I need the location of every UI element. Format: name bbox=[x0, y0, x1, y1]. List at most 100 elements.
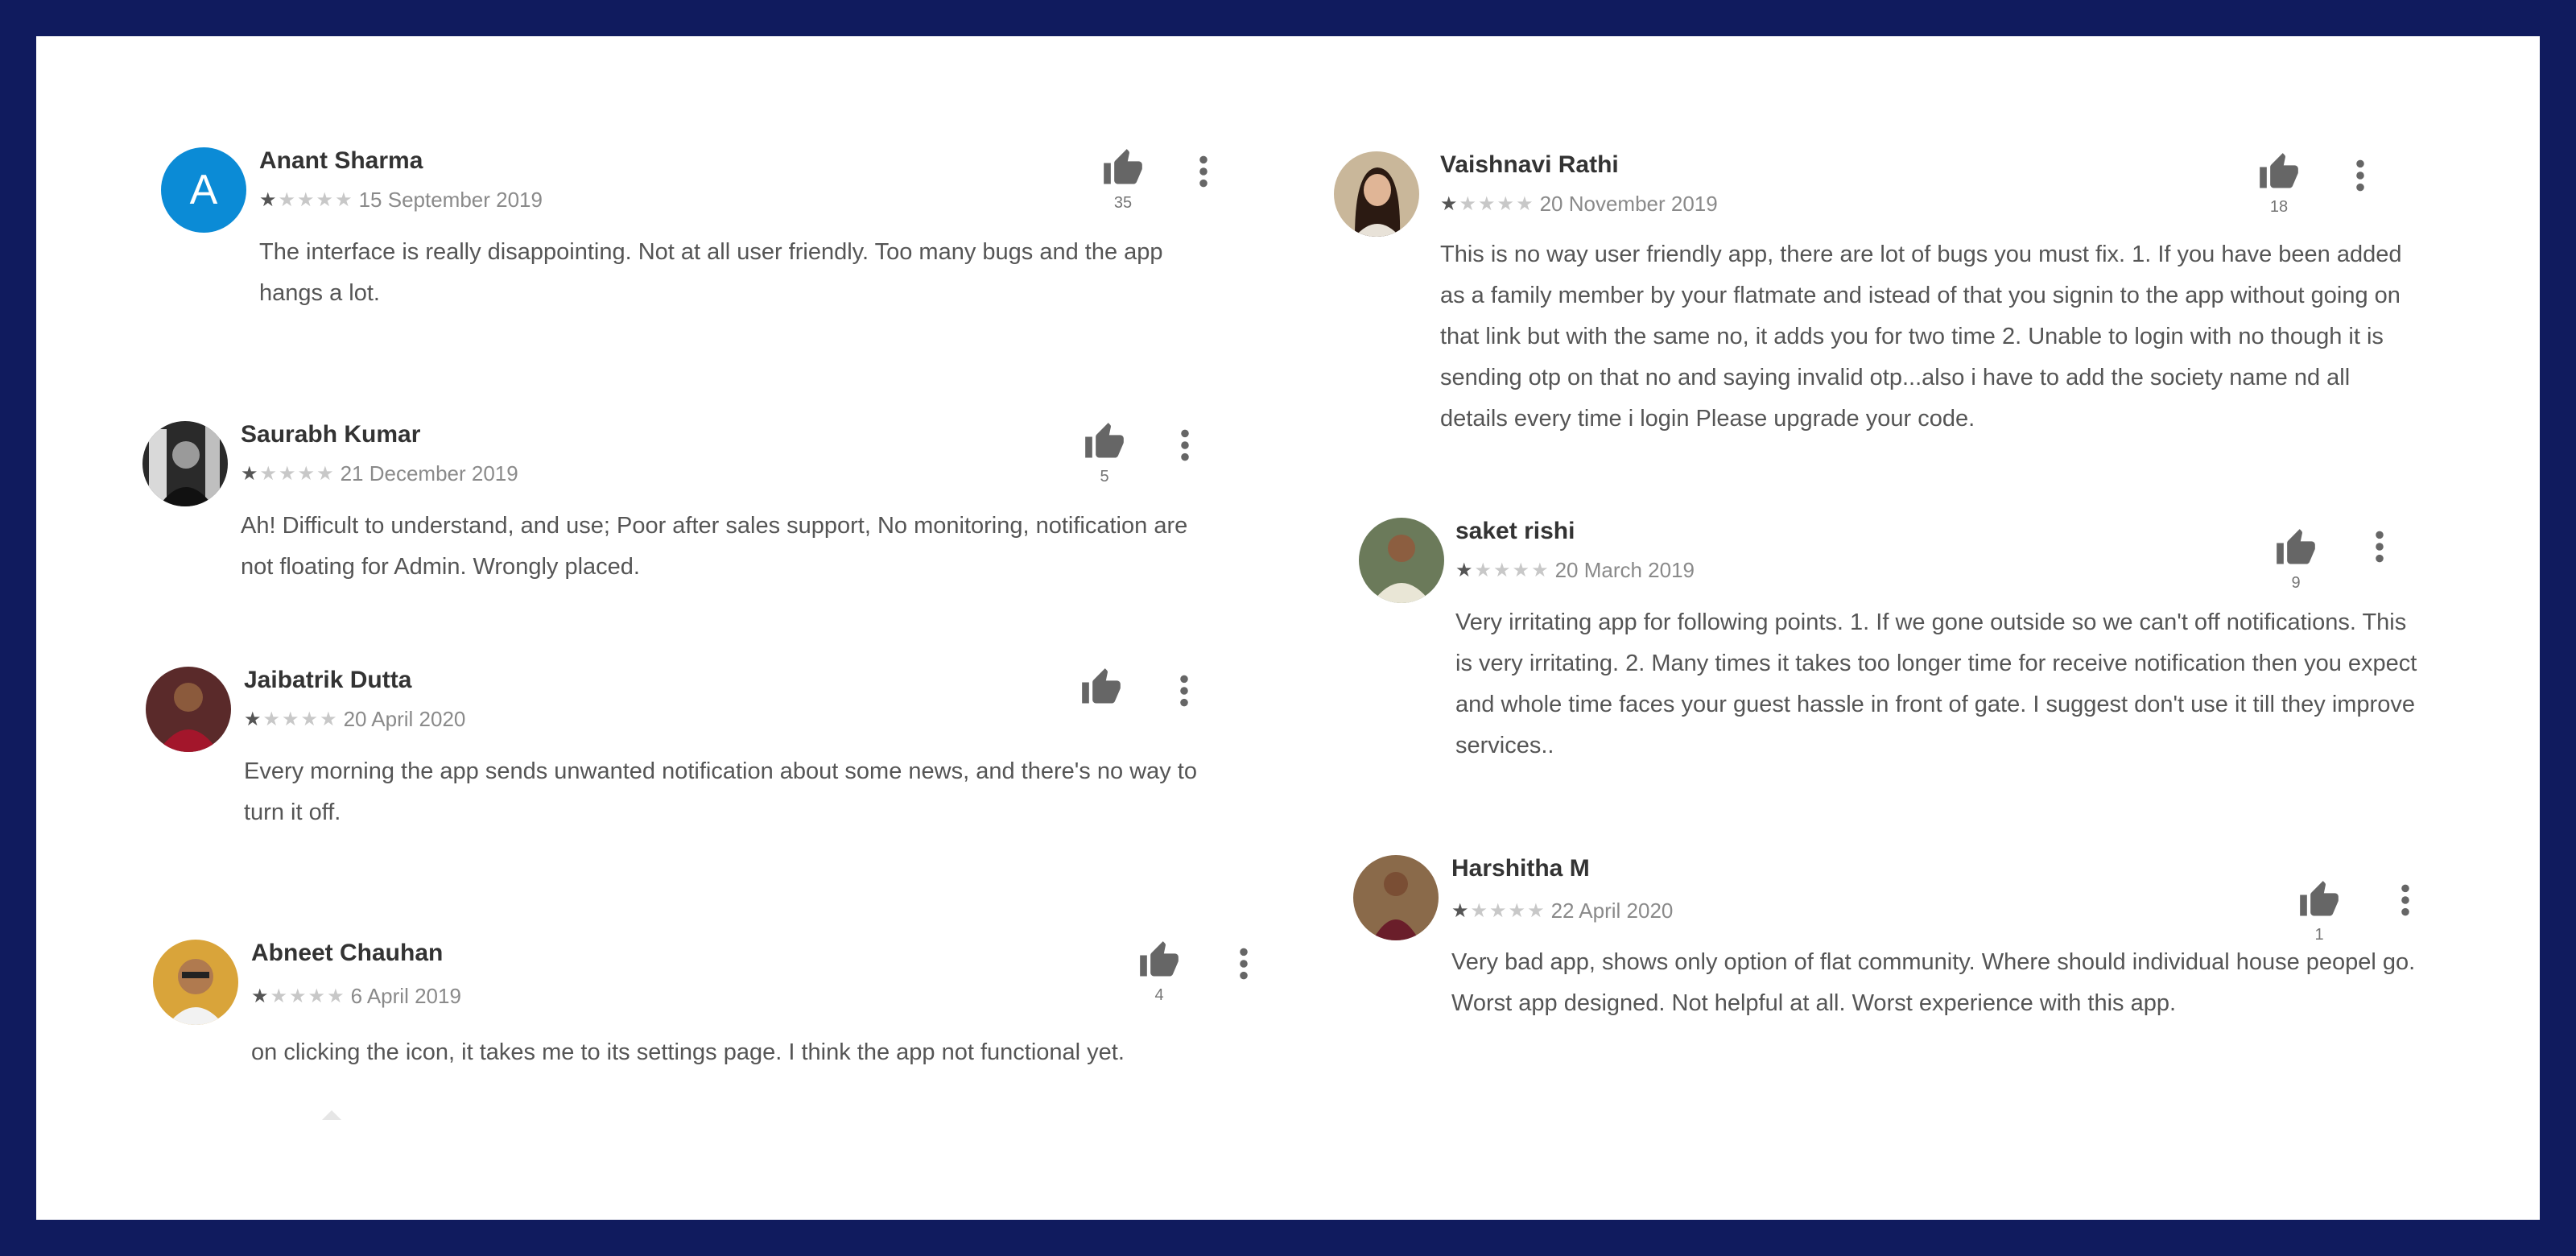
review-meta: ★★★★★ 21 December 2019 bbox=[241, 461, 518, 486]
like-button[interactable]: 35 bbox=[1099, 147, 1147, 213]
review-meta: ★★★★★ 20 March 2019 bbox=[1455, 558, 1695, 583]
thumb-up-icon bbox=[2275, 527, 2317, 569]
review-meta: ★★★★★ 15 September 2019 bbox=[259, 188, 543, 213]
avatar bbox=[1359, 518, 1444, 603]
thumb-up-icon bbox=[1138, 940, 1180, 981]
avatar-photo bbox=[1334, 151, 1419, 237]
like-button[interactable]: 1 bbox=[2295, 879, 2343, 944]
star-rating: ★★★★★ bbox=[1440, 192, 1535, 215]
review-meta: ★★★★★ 22 April 2020 bbox=[1451, 899, 1673, 923]
star-icon: ★ bbox=[251, 985, 270, 1007]
star-icon: ★★★★ bbox=[1459, 192, 1535, 215]
more-vertical-icon bbox=[2368, 529, 2392, 564]
avatar-photo bbox=[146, 667, 231, 752]
review-card: Abneet Chauhan ★★★★★ 6 April 2019 on cli… bbox=[153, 940, 1312, 1141]
more-options-button[interactable] bbox=[1172, 673, 1196, 709]
review-author: Saurabh Kumar bbox=[241, 421, 421, 448]
review-date: 20 March 2019 bbox=[1554, 558, 1695, 582]
review-meta: ★★★★★ 20 April 2020 bbox=[244, 707, 465, 732]
review-text: This is no way user friendly app, there … bbox=[1440, 242, 2402, 432]
review-date: 15 September 2019 bbox=[358, 188, 543, 212]
review-card: Jaibatrik Dutta ★★★★★ 20 April 2020 Ever… bbox=[146, 667, 1257, 876]
review-card: saket rishi ★★★★★ 20 March 2019 Very irr… bbox=[1359, 518, 2470, 808]
like-count: 1 bbox=[2314, 926, 2324, 944]
review-text: Ah! Difficult to understand, and use; Po… bbox=[241, 513, 1188, 580]
avatar bbox=[1334, 151, 1419, 237]
more-options-button[interactable] bbox=[1173, 428, 1197, 463]
more-vertical-icon bbox=[1232, 946, 1256, 981]
reviews-panel: A Anant Sharma ★★★★★ 15 September 2019 T… bbox=[36, 36, 2540, 1220]
star-icon: ★ bbox=[1455, 559, 1475, 581]
review-text: Every morning the app sends unwanted not… bbox=[244, 758, 1197, 825]
avatar bbox=[142, 421, 228, 506]
star-icon: ★ bbox=[259, 188, 279, 211]
review-card: Vaishnavi Rathi ★★★★★ 20 November 2019 T… bbox=[1334, 151, 2437, 490]
star-icon: ★ bbox=[244, 708, 263, 730]
star-icon: ★ bbox=[241, 462, 260, 485]
more-vertical-icon bbox=[1173, 428, 1197, 463]
more-options-button[interactable] bbox=[1232, 946, 1256, 981]
review-text: The interface is really disappointing. N… bbox=[259, 239, 1163, 306]
avatar bbox=[153, 940, 238, 1025]
star-icon: ★★★★ bbox=[278, 188, 354, 211]
more-options-button[interactable] bbox=[1191, 154, 1216, 189]
like-button[interactable]: 4 bbox=[1135, 940, 1183, 1005]
thumb-up-icon bbox=[1084, 421, 1125, 463]
like-button[interactable]: 18 bbox=[2255, 151, 2303, 217]
more-options-button[interactable] bbox=[2348, 158, 2372, 193]
more-vertical-icon bbox=[2393, 882, 2417, 918]
avatar-photo bbox=[1353, 855, 1439, 940]
like-button[interactable] bbox=[1077, 667, 1125, 713]
avatar-photo bbox=[153, 940, 238, 1025]
star-icon: ★★★★ bbox=[262, 708, 339, 730]
star-icon: ★ bbox=[1440, 192, 1459, 215]
star-rating: ★★★★★ bbox=[1451, 899, 1546, 922]
more-options-button[interactable] bbox=[2393, 882, 2417, 918]
like-count: 9 bbox=[2291, 574, 2301, 592]
more-vertical-icon bbox=[1191, 154, 1216, 189]
like-button[interactable]: 9 bbox=[2272, 527, 2320, 593]
like-count: 18 bbox=[2269, 198, 2289, 216]
avatar bbox=[146, 667, 231, 752]
star-icon: ★ bbox=[1451, 899, 1471, 922]
like-count: 35 bbox=[1113, 194, 1133, 212]
review-author: Harshitha M bbox=[1451, 855, 1590, 882]
star-rating: ★★★★★ bbox=[244, 708, 339, 730]
like-button[interactable]: 5 bbox=[1080, 421, 1129, 486]
star-rating: ★★★★★ bbox=[1455, 559, 1550, 581]
star-icon: ★★★★ bbox=[1474, 559, 1550, 581]
review-date: 21 December 2019 bbox=[340, 461, 518, 485]
star-rating: ★★★★★ bbox=[259, 188, 354, 211]
review-card: Saurabh Kumar ★★★★★ 21 December 2019 Ah!… bbox=[142, 421, 1237, 630]
like-count: 5 bbox=[1100, 468, 1109, 485]
like-count: 4 bbox=[1154, 986, 1164, 1004]
review-meta: ★★★★★ 20 November 2019 bbox=[1440, 192, 1718, 217]
review-author: Abneet Chauhan bbox=[251, 940, 444, 966]
star-icon: ★★★★ bbox=[259, 462, 336, 485]
more-vertical-icon bbox=[2348, 158, 2372, 193]
review-date: 6 April 2019 bbox=[350, 984, 461, 1008]
star-icon: ★★★★ bbox=[270, 985, 346, 1007]
avatar-photo bbox=[142, 421, 228, 506]
review-author: Jaibatrik Dutta bbox=[244, 667, 412, 693]
review-meta: ★★★★★ 6 April 2019 bbox=[251, 984, 461, 1009]
review-card: Harshitha M ★★★★★ 22 April 2020 Very bad… bbox=[1353, 855, 2480, 1064]
review-text: Very irritating app for following points… bbox=[1455, 609, 2417, 758]
review-date: 20 November 2019 bbox=[1539, 192, 1718, 216]
review-author: saket rishi bbox=[1455, 518, 1575, 544]
avatar-photo bbox=[1359, 518, 1444, 603]
thumb-up-icon bbox=[1080, 667, 1122, 709]
more-options-button[interactable] bbox=[2368, 529, 2392, 564]
expand-caret[interactable] bbox=[322, 1110, 341, 1120]
more-vertical-icon bbox=[1172, 673, 1196, 709]
review-text: on clicking the icon, it takes me to its… bbox=[251, 1039, 1125, 1065]
thumb-up-icon bbox=[2298, 879, 2340, 921]
review-text: Very bad app, shows only option of flat … bbox=[1451, 949, 2416, 1016]
star-rating: ★★★★★ bbox=[251, 985, 346, 1007]
star-rating: ★★★★★ bbox=[241, 462, 336, 485]
review-card: A Anant Sharma ★★★★★ 15 September 2019 T… bbox=[161, 147, 1256, 357]
thumb-up-icon bbox=[1102, 147, 1144, 189]
review-author: Anant Sharma bbox=[259, 147, 423, 174]
review-author: Vaishnavi Rathi bbox=[1440, 151, 1619, 178]
review-date: 20 April 2020 bbox=[343, 707, 466, 731]
